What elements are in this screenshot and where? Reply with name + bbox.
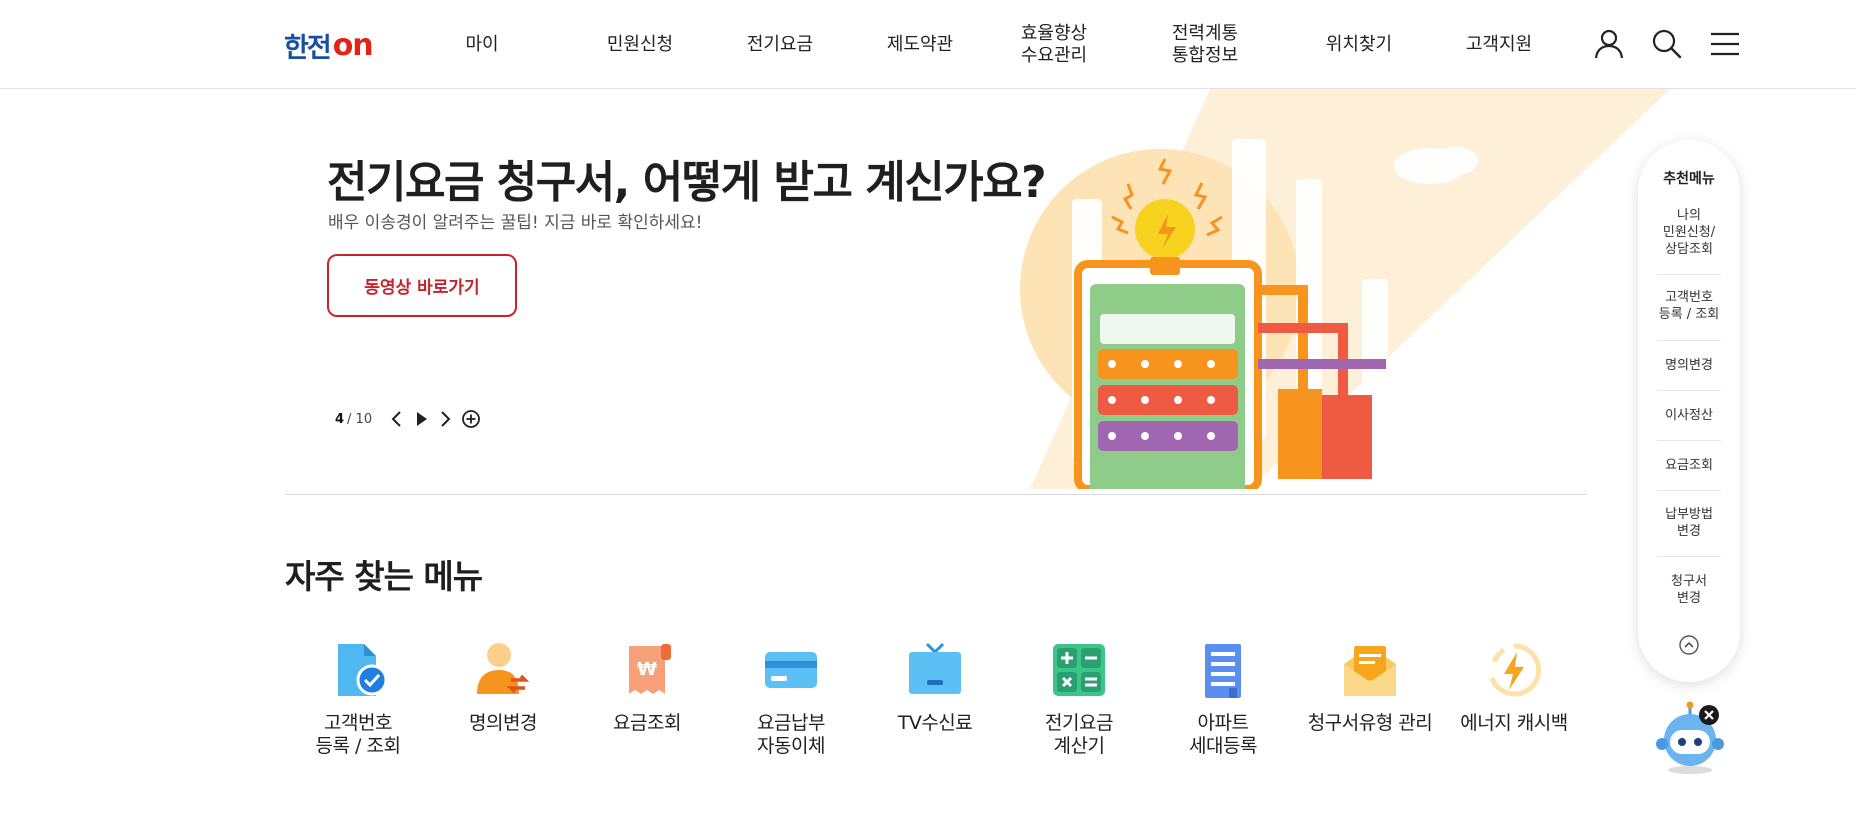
hero-title: 전기요금 청구서, 어떻게 받고 계신가요? <box>327 157 1047 208</box>
frequent-menu-item-customer-number[interactable]: 고객번호 등록 / 조회 <box>283 640 433 758</box>
menu-icon[interactable] <box>1708 27 1742 61</box>
frequent-menu-title: 자주 찾는 메뉴 <box>285 557 483 596</box>
slide-current: 4 <box>335 411 345 427</box>
quick-item-customer-number[interactable]: 고객번호 등록 / 조회 <box>1655 289 1723 323</box>
logo-on-text: on <box>332 27 374 63</box>
nav-item-efficiency[interactable]: 효율향상 수요관리 <box>1004 0 1104 89</box>
search-icon[interactable] <box>1650 27 1684 61</box>
slide-total: / 10 <box>347 411 373 427</box>
section-divider <box>285 494 1587 495</box>
quick-item-bill-inquiry[interactable]: 요금조회 <box>1655 457 1723 474</box>
frequent-menu-label: 요금납부 자동이체 <box>757 712 825 757</box>
watch-video-button[interactable]: 동영상 바로가기 <box>327 254 517 317</box>
quick-separator <box>1657 490 1721 491</box>
apartment-icon <box>1205 644 1241 698</box>
tv-icon <box>909 642 961 694</box>
frequent-menu-label: 명의변경 <box>469 712 537 734</box>
slide-pager: 4 / 10 <box>335 408 372 430</box>
frequent-menu-item-energy-cashback[interactable]: 에너지 캐시백 <box>1438 640 1590 735</box>
document-check-icon <box>338 644 388 696</box>
quick-item-name-change[interactable]: 명의변경 <box>1655 357 1723 374</box>
frequent-menu-label: 에너지 캐시백 <box>1460 712 1568 734</box>
nav-item-location[interactable]: 위치찾기 <box>1309 0 1409 89</box>
prev-icon[interactable] <box>386 408 408 430</box>
credit-card-icon <box>765 652 817 688</box>
quick-separator <box>1657 440 1721 441</box>
quick-item-payment-method[interactable]: 납부방법 변경 <box>1655 506 1723 540</box>
site-header: 한전 on 마이 민원신청 전기요금 제도약관 효율향상 수요관리 전력계통 통… <box>0 0 1856 89</box>
frequent-menu-label: 아파트 세대등록 <box>1189 712 1257 757</box>
nav-item-customer-support[interactable]: 고객지원 <box>1449 0 1549 89</box>
play-icon[interactable] <box>410 408 432 430</box>
person-change-icon <box>477 643 530 694</box>
frequent-menu-item-auto-payment[interactable]: 요금납부 자동이체 <box>716 640 866 758</box>
next-icon[interactable] <box>434 408 456 430</box>
frequent-menu-item-bill-type[interactable]: 청구서유형 관리 <box>1294 640 1446 735</box>
frequent-menu-label: 요금조회 <box>613 712 681 734</box>
nav-item-electricity-bill[interactable]: 전기요금 <box>730 0 830 89</box>
nav-item-grid-info[interactable]: 전력계통 통합정보 <box>1155 0 1255 89</box>
kepco-on-logo[interactable]: 한전 on <box>284 27 374 64</box>
quick-menu: 추천메뉴 나의 민원신청/ 상담조회 고객번호 등록 / 조회 명의변경 이사정… <box>1638 140 1740 682</box>
calculator-icon <box>1053 644 1105 696</box>
frequent-menu-item-bill-calculator[interactable]: 전기요금 계산기 <box>1004 640 1154 758</box>
hero-illustration <box>1020 89 1670 489</box>
frequent-menu-label: 고객번호 등록 / 조회 <box>315 712 401 757</box>
nav-item-my[interactable]: 마이 <box>432 0 532 89</box>
frequent-menu-item-tv-fee[interactable]: TV수신료 <box>860 640 1010 735</box>
frequent-menu-item-name-change[interactable]: 명의변경 <box>428 640 578 735</box>
quick-menu-title: 추천메뉴 <box>1663 171 1715 187</box>
bill-won-icon: ₩ <box>629 644 671 694</box>
quick-separator <box>1657 556 1721 557</box>
frequent-menu-label: 청구서유형 관리 <box>1307 712 1433 734</box>
hero-subtitle: 배우 이송경이 알려주는 꿀팁! 지금 바로 확인하세요! <box>328 213 703 233</box>
user-icon[interactable] <box>1592 27 1626 61</box>
nav-item-civil-application[interactable]: 민원신청 <box>590 0 690 89</box>
envelope-icon <box>1344 646 1396 696</box>
frequent-menu-label: 전기요금 계산기 <box>1045 712 1113 757</box>
quick-separator <box>1657 390 1721 391</box>
quick-separator <box>1657 274 1721 275</box>
frequent-menu-item-apartment-registration[interactable]: 아파트 세대등록 <box>1148 640 1298 758</box>
quick-item-bill-change[interactable]: 청구서 변경 <box>1655 573 1723 607</box>
nav-item-terms[interactable]: 제도약관 <box>870 0 970 89</box>
frequent-menu-item-bill-inquiry[interactable]: ₩ 요금조회 <box>572 640 722 735</box>
svg-text:₩: ₩ <box>637 659 657 680</box>
chevron-up-circle-icon[interactable] <box>1677 633 1701 657</box>
add-circle-icon[interactable] <box>460 408 482 430</box>
close-icon[interactable] <box>1698 704 1720 726</box>
energy-bolt-icon <box>1489 643 1542 697</box>
quick-separator <box>1657 340 1721 341</box>
quick-item-my-applications[interactable]: 나의 민원신청/ 상담조회 <box>1655 207 1723 258</box>
frequent-menu-label: TV수신료 <box>897 712 973 734</box>
quick-item-move-settlement[interactable]: 이사정산 <box>1655 407 1723 424</box>
logo-korean-text: 한전 <box>284 32 332 64</box>
